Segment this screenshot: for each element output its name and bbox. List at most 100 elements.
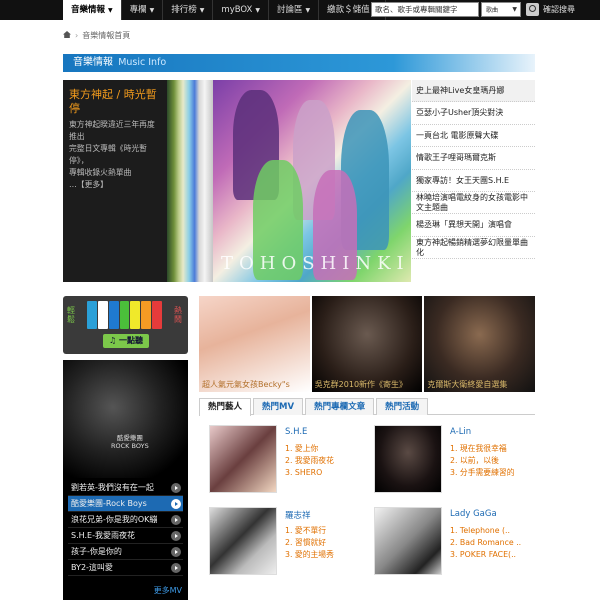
song-title[interactable]: Telephone (.. — [460, 526, 510, 535]
song-title[interactable]: 愛不單行 — [295, 526, 326, 535]
feature-photo[interactable]: TOHOSHINKI — [213, 80, 411, 282]
news-item[interactable]: 一頁台北 電影原聲大碟 — [412, 125, 535, 148]
song-title[interactable]: 現在我很幸福 — [460, 444, 507, 453]
play-icon[interactable] — [171, 499, 181, 509]
song-list: 1. 愛不單行 2. 習慣就好 3. 愛的主場秀 — [285, 525, 334, 561]
nav-columns[interactable]: 專欄 ▼ — [122, 0, 164, 20]
artist-name[interactable]: Lady GaGa — [450, 509, 497, 519]
nav-forum[interactable]: 討論區 ▼ — [269, 0, 320, 20]
mood-key[interactable] — [141, 301, 152, 329]
home-icon[interactable] — [63, 31, 71, 38]
song-title[interactable]: 我愛雨夜花 — [295, 456, 334, 465]
artist-promo-caption[interactable]: 超人氣元氣女孩Becky"s — [199, 379, 310, 390]
song-title[interactable]: POKER FACE(.. — [460, 550, 516, 559]
feature-text-panel[interactable]: 東方神起 / 時光暫停 東方神起睽違近三年再度推出 完整日文專輯《時光暫停》， … — [63, 80, 167, 282]
song-title[interactable]: 習慣就好 — [295, 538, 326, 547]
feature-more-link[interactable]: …【更多】 — [69, 179, 161, 191]
song-item[interactable]: 1. 愛上你 — [285, 443, 334, 455]
nav-charts[interactable]: 排行榜 ▼ — [163, 0, 214, 20]
artist-photo[interactable] — [209, 425, 277, 493]
artist-promo-card[interactable]: 克爾斯大衛終愛自選集 — [424, 296, 536, 392]
artist-name[interactable]: 羅志祥 — [285, 509, 311, 521]
hot-artist-card: 羅志祥 1. 愛不單行 2. 習慣就好 3. 愛的主場秀 — [199, 497, 359, 577]
listen-button-label: 一點聽 — [118, 336, 143, 345]
song-item[interactable]: 1. 現在我很幸福 — [450, 443, 515, 455]
mood-key[interactable] — [87, 301, 97, 329]
tab-hot-mv[interactable]: 熱門MV — [253, 398, 304, 415]
news-item[interactable]: 林曉培演唱電紋身的女孩電影中文主題曲 — [412, 192, 535, 215]
song-item[interactable]: 2. 我愛雨夜花 — [285, 455, 334, 467]
song-title[interactable]: SHERO — [295, 468, 322, 477]
song-item[interactable]: 2. 以前，以後 — [450, 455, 515, 467]
song-item[interactable]: 1. 愛不單行 — [285, 525, 334, 537]
song-item[interactable]: 3. SHERO — [285, 467, 334, 479]
song-item[interactable]: 2. 習慣就好 — [285, 537, 334, 549]
artist-promo-card[interactable]: 超人氣元氣女孩Becky"s — [199, 296, 310, 392]
artist-photo[interactable] — [374, 425, 442, 493]
breadcrumb-separator-icon: › — [75, 31, 79, 40]
more-mv-link[interactable]: 更多MV — [154, 585, 182, 596]
song-title[interactable]: 分手需要練習的 — [460, 468, 515, 477]
song-item[interactable]: 2. Bad Romance .. — [450, 537, 521, 549]
mood-key[interactable] — [130, 301, 141, 329]
song-item[interactable]: 3. POKER FACE(.. — [450, 549, 521, 561]
news-item[interactable]: 獨家專訪！女王天團S.H.E — [412, 170, 535, 192]
search-input[interactable]: 歌名、歌手或專輯關鍵字 — [371, 2, 479, 17]
news-item[interactable]: 楊丞琳「異想天開」演唱會 — [412, 214, 535, 237]
play-icon[interactable] — [171, 531, 181, 541]
song-title[interactable]: 愛的主場秀 — [295, 550, 334, 559]
news-list: 史上最神Live女皇瑪丹娜 亞瑟小子Usher頂尖對決 一頁台北 電影原聲大碟 … — [412, 80, 535, 282]
mood-slider[interactable] — [87, 301, 163, 329]
artist-promo-caption[interactable]: 吳克群2010新作《寄生》 — [312, 379, 423, 390]
mv-list-item[interactable]: 酷愛樂團-Rock Boys — [68, 496, 183, 512]
mv-list-item[interactable]: 浪花兄弟-你是我的OK繃 — [68, 512, 183, 528]
nav-mybox[interactable]: myBOX ▼ — [213, 0, 270, 20]
mv-list-item[interactable]: 劉若英-我們沒有在一起 — [68, 480, 183, 496]
artist-photo[interactable] — [209, 507, 277, 575]
mood-key[interactable] — [97, 301, 108, 329]
song-item[interactable]: 1. Telephone (.. — [450, 525, 521, 537]
artist-promo-caption[interactable]: 克爾斯大衛終愛自選集 — [424, 379, 535, 390]
song-title[interactable]: 以前，以後 — [460, 456, 499, 465]
mv-list-item[interactable]: 孩子-你是你的 — [68, 544, 183, 560]
mood-key[interactable] — [108, 301, 119, 329]
song-item[interactable]: 3. 愛的主場秀 — [285, 549, 334, 561]
artist-name[interactable]: S.H.E — [285, 427, 307, 437]
photo-watermark: TOHOSHINKI — [221, 253, 410, 274]
rank-number: 1. — [450, 444, 460, 453]
news-item[interactable]: 亞瑟小子Usher頂尖對決 — [412, 102, 535, 125]
nav-music-info[interactable]: 音樂情報 ▼ — [63, 0, 122, 20]
feature-title[interactable]: 東方神起 / 時光暫停 — [69, 88, 161, 116]
mv-image[interactable]: 酷愛樂團 ROCK BOYS — [63, 360, 188, 478]
song-title[interactable]: 愛上你 — [295, 444, 318, 453]
search-category-select[interactable]: 歌曲 ▼ — [481, 2, 521, 17]
mv-band-logo: 酷愛樂團 ROCK BOYS — [111, 434, 149, 450]
song-item[interactable]: 3. 分手需要練習的 — [450, 467, 515, 479]
chevron-down-icon: ▼ — [305, 7, 311, 14]
artist-promo-card[interactable]: 吳克群2010新作《寄生》 — [311, 296, 423, 392]
breadcrumb-current[interactable]: 音樂情報首頁 — [82, 31, 130, 40]
mv-list-item[interactable]: BY2-這叫愛 — [68, 560, 183, 576]
song-title[interactable]: Bad Romance .. — [460, 538, 521, 547]
tab-hot-events[interactable]: 熱門活動 — [376, 398, 429, 415]
news-item[interactable]: 情歌王子哩哥瑪爾克斯 — [412, 147, 535, 170]
news-item[interactable]: 史上最神Live女皇瑪丹娜 — [412, 80, 535, 103]
play-icon[interactable] — [171, 547, 181, 557]
tab-hot-columns[interactable]: 熱門專欄文章 — [305, 398, 375, 415]
play-icon[interactable] — [171, 515, 181, 525]
play-icon[interactable] — [171, 563, 181, 573]
tab-hot-artists[interactable]: 熱門藝人 — [199, 398, 252, 416]
search-button[interactable]: 確認搜尋 — [526, 1, 590, 18]
play-icon[interactable] — [171, 483, 181, 493]
news-item[interactable]: 東方神起暢銷精選夢幻限量單曲化 — [412, 237, 535, 260]
mv-list-item[interactable]: S.H.E-我愛雨夜花 — [68, 528, 183, 544]
mv-item-label: 酷愛樂團-Rock Boys — [71, 499, 147, 508]
feature-description: 東方神起睽違近三年再度推出 完整日文專輯《時光暫停》， 專輯收錄火熱單曲 …【更… — [69, 119, 161, 191]
artist-name[interactable]: A-Lin — [450, 427, 471, 437]
mood-key[interactable] — [152, 301, 163, 329]
top-navigation-bar: 音樂情報▼ 專欄▼ 排行榜▼ myBOX▼ 討論區▼ 繳款＄儲值▼ 歌名、歌手或… — [0, 0, 600, 20]
mood-key[interactable] — [119, 301, 130, 329]
section-title-label: 音樂情報 — [73, 57, 113, 68]
artist-photo[interactable] — [374, 507, 442, 575]
listen-button[interactable]: ♫ 一點聽 — [103, 334, 149, 348]
